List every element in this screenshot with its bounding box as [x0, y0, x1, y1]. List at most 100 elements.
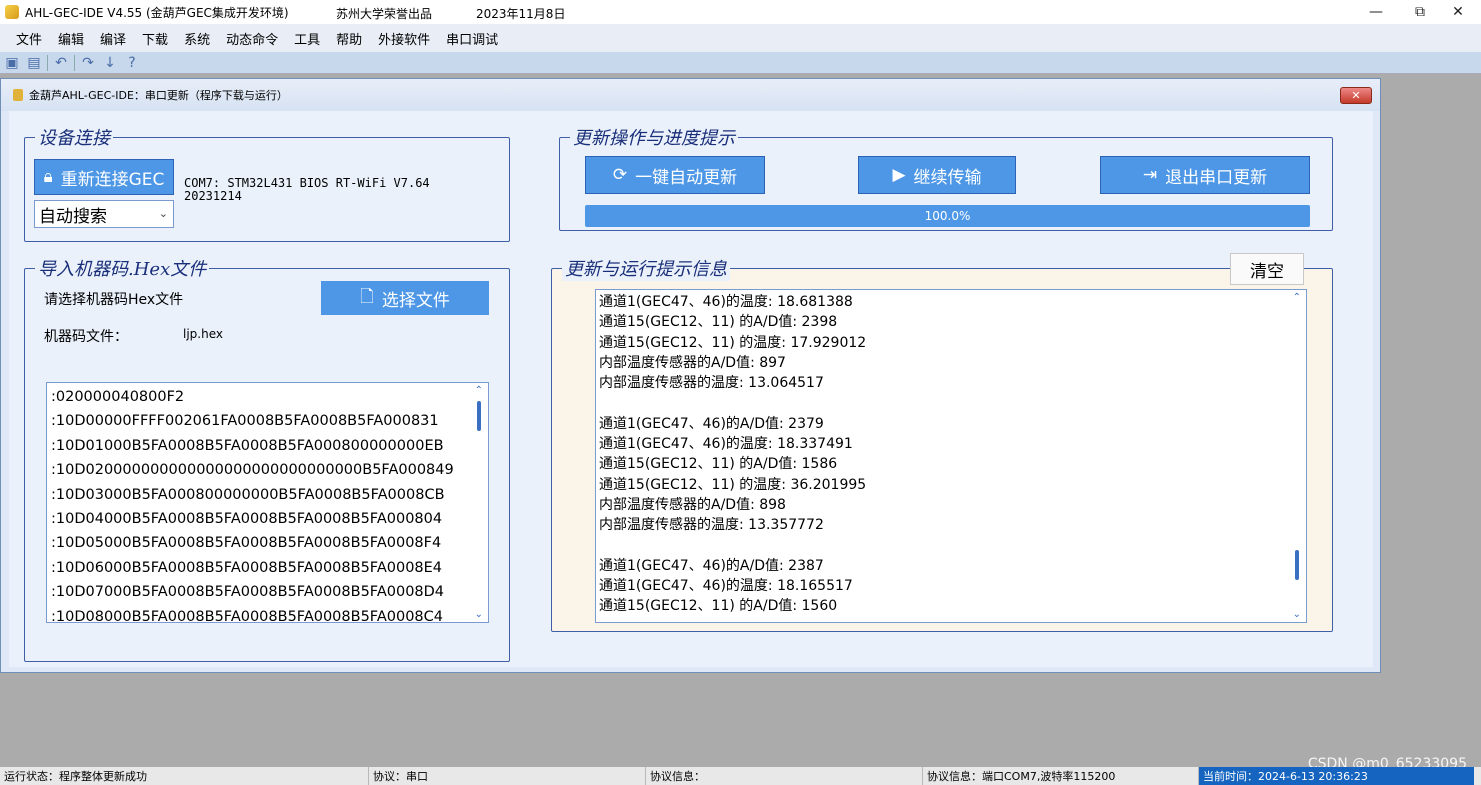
scroll-up-icon[interactable]: ⌃: [475, 385, 483, 396]
status-run-state: 运行状态：程序整体更新成功: [4, 770, 147, 783]
update-progress-bar: 100.0%: [585, 205, 1310, 227]
hex-line: :10D01000B5FA0008B5FA0008B5FA00080000000…: [51, 437, 444, 454]
info-group-title: 更新与运行提示信息: [562, 255, 730, 281]
info-line: [596, 536, 1306, 556]
info-line: 通道15(GEC12、11) 的温度: 36.201995: [599, 476, 867, 493]
scroll-down-icon[interactable]: ⌄: [1293, 609, 1301, 620]
menu-download[interactable]: 下载: [134, 29, 176, 48]
update-operation-group: 更新操作与进度提示 ⟳ 一键自动更新 ▶ 继续传输 ⇥ 退出串口更新 100.0…: [559, 124, 1333, 231]
menu-tools[interactable]: 工具: [286, 29, 328, 48]
menu-file[interactable]: 文件: [8, 29, 50, 48]
hex-line: :10D020000000000000000000000000000B5FA00…: [51, 462, 454, 479]
clear-label: 清空: [1250, 261, 1284, 282]
close-button[interactable]: ✕: [1435, 0, 1481, 24]
window-subtitle: 苏州大学荣誉出品: [336, 7, 433, 21]
hex-group-title: 导入机器码.Hex文件: [35, 255, 210, 281]
progress-text: 100.0%: [924, 209, 971, 223]
info-line: [596, 393, 1306, 413]
menu-compile[interactable]: 编译: [92, 29, 134, 48]
scrollbar-thumb[interactable]: [1295, 550, 1299, 580]
hex-file-label: 机器码文件：: [44, 329, 128, 345]
menu-edit[interactable]: 编辑: [50, 29, 92, 48]
hex-content-textarea[interactable]: :020000040800F2 :10D00000FFFF002061FA0008…: [46, 382, 489, 623]
menu-dynamic-command[interactable]: 动态命令: [218, 29, 286, 48]
lock-icon: 🔒︎: [43, 167, 53, 187]
scrollbar-thumb[interactable]: [477, 401, 481, 431]
info-line: 通道15(GEC12、11) 的A/D值: 1586: [599, 456, 838, 473]
dialog-close-button[interactable]: ✕: [1340, 87, 1372, 104]
info-line: 通道1(GEC47、46)的温度: 18.165517: [599, 578, 853, 595]
save-all-icon[interactable]: ▤: [25, 54, 43, 72]
hex-line: :10D00000FFFF002061FA0008B5FA0008B5FA000…: [51, 413, 439, 430]
app-icon: [5, 5, 19, 19]
minimize-button[interactable]: —: [1353, 0, 1399, 24]
scroll-down-icon[interactable]: ⌄: [475, 609, 483, 620]
exit-serial-update-button[interactable]: ⇥ 退出串口更新: [1100, 156, 1310, 194]
menu-help[interactable]: 帮助: [328, 29, 370, 48]
down-arrow-icon[interactable]: ↓: [101, 54, 119, 72]
info-line: 内部温度传感器的A/D值: 898: [599, 496, 786, 513]
exit-label: 退出串口更新: [1165, 167, 1268, 188]
toolbar-separator: [47, 54, 48, 71]
hex-import-group: 导入机器码.Hex文件 请选择机器码Hex文件 🗋︎ 选择文件 机器码文件： l…: [24, 255, 510, 662]
hex-lines: :020000040800F2 :10D00000FFFF002061FA0008…: [47, 383, 488, 623]
info-line: 通道1(GEC47、46)的A/D值: 2379: [599, 415, 824, 432]
status-protocol-info: 协议信息：: [645, 767, 922, 785]
info-line: 内部温度传感器的温度: 13.064517: [599, 375, 824, 392]
run-info-textarea[interactable]: 通道1(GEC47、46)的温度: 18.681388 通道15(GEC12、11…: [595, 289, 1307, 623]
continue-transfer-button[interactable]: ▶ 继续传输: [858, 156, 1016, 194]
toolbar-separator: [74, 54, 75, 71]
status-current-time: 当前时间：2024-6-13 20:36:23: [1198, 767, 1474, 785]
hex-file-name: ljp.hex: [183, 327, 223, 341]
info-line: 内部温度传感器的温度: 13.357772: [599, 517, 824, 534]
continue-label: 继续传输: [913, 167, 982, 188]
device-group-title: 设备连接: [35, 124, 113, 150]
window-title: AHL-GEC-IDE V4.55 (金葫芦GEC集成开发环境): [25, 5, 289, 20]
dialog-icon: [13, 89, 23, 101]
auto-update-label: 一键自动更新: [635, 167, 738, 188]
help-icon[interactable]: ?: [123, 54, 141, 72]
info-line: 通道15(GEC12、11) 的温度: 17.929012: [599, 334, 867, 351]
info-line: 通道15(GEC12、11) 的A/D值: 1560: [599, 598, 838, 615]
info-line: 通道15(GEC12、11) 的A/D值: 2398: [599, 314, 838, 331]
hex-line: :10D07000B5FA0008B5FA0008B5FA0008B5FA000…: [51, 584, 445, 601]
hex-line: :10D03000B5FA000800000000B5FA0008B5FA000…: [51, 486, 445, 503]
save-icon[interactable]: ▣: [3, 54, 21, 72]
serial-update-dialog: 金葫芦AHL-GEC-IDE：串口更新（程序下载与运行） ✕ 设备连接 🔒︎ 重…: [0, 78, 1381, 673]
hex-line: :10D06000B5FA0008B5FA0008B5FA0008B5FA000…: [51, 559, 443, 576]
reconnect-label: 重新连接GEC: [60, 169, 165, 190]
title-bar: AHL-GEC-IDE V4.55 (金葫芦GEC集成开发环境) 苏州大学荣誉出…: [0, 0, 1481, 24]
menu-system[interactable]: 系统: [176, 29, 218, 48]
file-icon: 🗋︎: [360, 286, 374, 307]
select-file-label: 选择文件: [381, 290, 450, 311]
hex-line: :020000040800F2: [51, 389, 185, 405]
info-line: 通道1(GEC47、46)的A/D值: 2387: [599, 557, 824, 574]
info-lines: 通道1(GEC47、46)的温度: 18.681388 通道15(GEC12、11…: [596, 290, 1306, 617]
dialog-body: 设备连接 🔒︎ 重新连接GEC COM7: STM32L431 BIOS RT-…: [9, 111, 1373, 667]
auto-update-button[interactable]: ⟳ 一键自动更新: [585, 156, 765, 194]
hex-line: :10D08000B5FA0008B5FA0008B5FA0008B5FA000…: [51, 608, 443, 623]
undo-icon[interactable]: ↶: [52, 54, 70, 72]
dialog-title: 金葫芦AHL-GEC-IDE：串口更新（程序下载与运行）: [29, 89, 288, 102]
info-line: 内部温度传感器的A/D值: 897: [599, 354, 786, 371]
scroll-up-icon[interactable]: ⌃: [1293, 292, 1301, 303]
device-connection-group: 设备连接 🔒︎ 重新连接GEC COM7: STM32L431 BIOS RT-…: [24, 124, 510, 242]
status-port-info: 协议信息：端口COM7,波特率115200: [922, 767, 1198, 785]
window-date: 2023年11月8日: [476, 7, 566, 21]
menu-bar: 文件 编辑 编译 下载 系统 动态命令 工具 帮助 外接软件 串口调试: [0, 24, 1481, 52]
refresh-icon: ⟳: [612, 165, 628, 185]
menu-serial-debug[interactable]: 串口调试: [438, 29, 506, 48]
info-line: 通道1(GEC47、46)的温度: 18.337491: [599, 436, 853, 453]
dialog-title-bar: 金葫芦AHL-GEC-IDE：串口更新（程序下载与运行） ✕: [1, 79, 1380, 111]
info-line: 通道1(GEC47、46)的温度: 18.681388: [599, 294, 853, 310]
menu-external-software[interactable]: 外接软件: [370, 29, 438, 48]
clear-button[interactable]: 清空: [1230, 253, 1304, 285]
select-file-button[interactable]: 🗋︎ 选择文件: [321, 281, 489, 315]
search-mode-select[interactable]: 自动搜索 ⌄: [34, 200, 174, 228]
status-protocol: 协议：串口: [368, 767, 645, 785]
device-info-line2: 20231214: [184, 189, 242, 203]
redo-icon[interactable]: ↷: [79, 54, 97, 72]
search-mode-value: 自动搜索: [39, 206, 107, 227]
reconnect-gec-button[interactable]: 🔒︎ 重新连接GEC: [34, 159, 174, 195]
hex-line: :10D05000B5FA0008B5FA0008B5FA0008B5FA000…: [51, 535, 442, 552]
